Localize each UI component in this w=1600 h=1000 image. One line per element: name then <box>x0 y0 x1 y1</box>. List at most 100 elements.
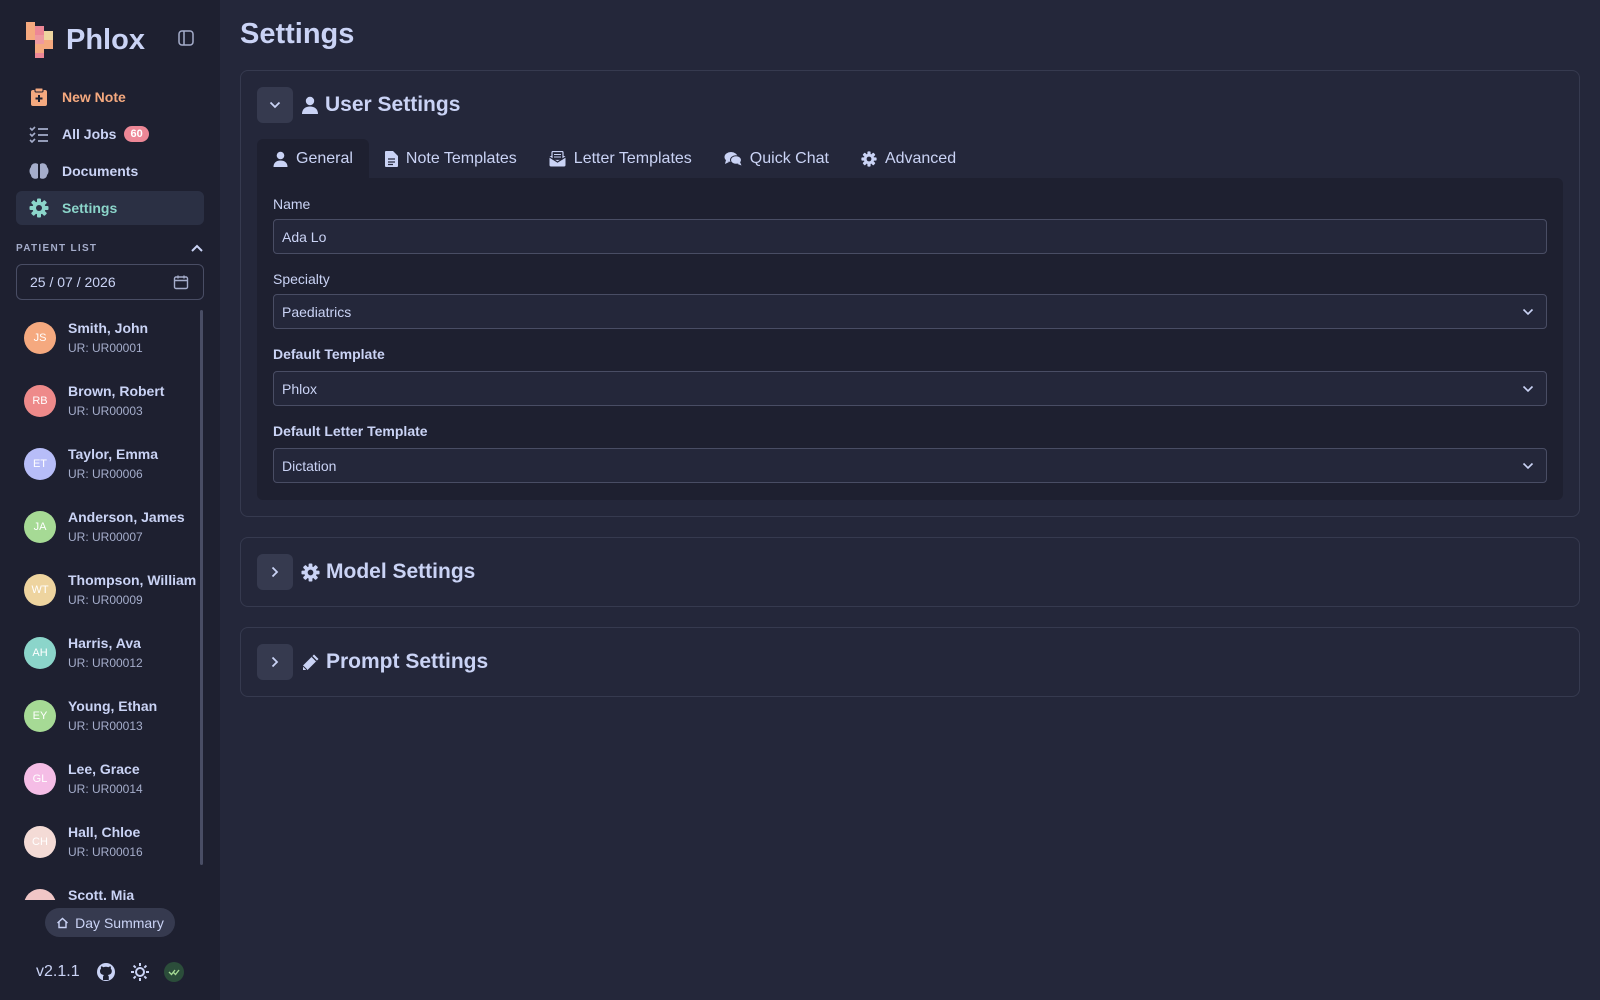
patient-list-scrollbar[interactable] <box>200 310 203 865</box>
nav-all-jobs[interactable]: All Jobs 60 <box>16 117 204 151</box>
nav-documents[interactable]: Documents <box>16 154 204 188</box>
nav-documents-label: Documents <box>62 163 139 179</box>
tab-general[interactable]: General <box>257 139 369 178</box>
brand[interactable]: Phlox <box>24 20 145 60</box>
user-settings-header: User Settings <box>257 87 460 123</box>
tab-quick-chat[interactable]: Quick Chat <box>708 139 845 178</box>
patient-info: Taylor, Emma UR: UR00006 <box>68 445 158 482</box>
patient-info: Thompson, William UR: UR00009 <box>68 571 196 608</box>
patient-ur: UR: UR00013 <box>68 719 143 733</box>
nav-all-jobs-label: All Jobs <box>62 126 117 142</box>
calendar-icon[interactable] <box>173 274 189 290</box>
default-letter-template-label: Default Letter Template <box>273 423 428 439</box>
patient-list-item[interactable]: SM Scott, MiaUR: UR00017 <box>16 873 204 900</box>
tab-letter-templates[interactable]: Letter Templates <box>533 139 708 178</box>
phlox-logo-icon <box>26 22 53 58</box>
gear-icon <box>28 197 50 219</box>
patient-date-input[interactable]: 25 / 07 / 2026 <box>16 264 204 300</box>
pencil-icon <box>302 654 319 670</box>
nav-new-note-label: New Note <box>62 89 126 105</box>
prompt-settings-expand-button[interactable] <box>257 644 293 680</box>
github-icon[interactable] <box>96 962 116 982</box>
gear-icon <box>861 150 877 167</box>
patient-avatar: AH <box>24 636 56 669</box>
default-letter-template-value: Dictation <box>282 457 337 474</box>
user-icon <box>302 96 318 114</box>
gear-icon <box>301 562 320 582</box>
patient-avatar: EY <box>24 699 56 732</box>
name-value: Ada Lo <box>282 228 327 245</box>
tab-note-templates[interactable]: Note Templates <box>369 139 533 178</box>
home-icon <box>57 917 69 928</box>
patient-name: Lee, Grace <box>68 761 140 777</box>
tab-letter-templates-label: Letter Templates <box>573 149 692 167</box>
sidebar: Phlox New Note All Jobs 60 Documents Set… <box>0 0 220 1000</box>
prompt-settings-title-text: Prompt Settings <box>326 650 489 673</box>
theme-sun-icon[interactable] <box>130 962 150 982</box>
envelope-open-text-icon <box>548 150 566 166</box>
tab-advanced[interactable]: Advanced <box>845 139 972 178</box>
patient-list-item[interactable]: JS Smith, John UR: UR00001 <box>16 306 204 369</box>
user-settings-collapse-button[interactable] <box>257 87 293 123</box>
patient-ur: UR: UR00006 <box>68 467 143 481</box>
page-title: Settings <box>240 18 355 50</box>
patient-list-item[interactable]: CH Hall, Chloe UR: UR00016 <box>16 810 204 873</box>
model-settings-title: Model Settings <box>301 560 475 584</box>
chevron-down-icon <box>1522 308 1534 315</box>
user-icon <box>273 151 288 167</box>
specialty-select[interactable]: Paediatrics <box>273 294 1547 329</box>
patient-info: Smith, John UR: UR00001 <box>68 319 148 356</box>
patient-info: Scott, MiaUR: UR00017 <box>68 886 143 900</box>
user-settings-panel: User Settings General Note Templates Let… <box>240 70 1580 517</box>
patient-list-item[interactable]: WT Thompson, William UR: UR00009 <box>16 558 204 621</box>
nav-new-note[interactable]: New Note <box>16 80 204 114</box>
user-settings-title: User Settings <box>301 93 460 117</box>
chevron-right-icon <box>271 656 279 668</box>
patient-avatar: JS <box>24 321 56 354</box>
patient-name: Thompson, William <box>68 572 197 588</box>
patient-list-item[interactable]: RB Brown, Robert UR: UR00003 <box>16 369 204 432</box>
chevron-down-icon <box>269 101 281 109</box>
sidebar-toggle-icon[interactable] <box>176 28 196 48</box>
default-letter-template-select[interactable]: Dictation <box>273 448 1547 483</box>
patient-list-item[interactable]: EY Young, Ethan UR: UR00013 <box>16 684 204 747</box>
version-label: v2.1.1 <box>36 963 80 980</box>
patient-ur: UR: UR00001 <box>68 341 143 355</box>
patient-list-item[interactable]: ET Taylor, Emma UR: UR00006 <box>16 432 204 495</box>
prompt-settings-header: Prompt Settings <box>257 644 488 680</box>
specialty-label: Specialty <box>273 271 330 287</box>
patient-info: Brown, Robert UR: UR00003 <box>68 382 164 419</box>
patient-list-item[interactable]: AH Harris, Ava UR: UR00012 <box>16 621 204 684</box>
model-settings-panel: Model Settings <box>240 537 1580 607</box>
patient-list-title: PATIENT LIST <box>16 242 98 254</box>
patient-ur: UR: UR00014 <box>68 782 143 796</box>
file-text-icon <box>384 150 398 167</box>
patient-list-item[interactable]: GL Lee, Grace UR: UR00014 <box>16 747 204 810</box>
chevron-down-icon <box>1522 385 1534 392</box>
model-settings-title-text: Model Settings <box>326 560 476 583</box>
patient-list-header: PATIENT LIST <box>16 240 204 256</box>
main-nav: New Note All Jobs 60 Documents Settings <box>16 80 204 228</box>
chevron-up-icon[interactable] <box>190 243 204 253</box>
day-summary-button[interactable]: Day Summary <box>45 908 175 937</box>
nav-settings[interactable]: Settings <box>16 191 204 225</box>
jobs-count-badge: 60 <box>124 126 149 142</box>
user-settings-title-text: User Settings <box>325 93 461 116</box>
tab-general-label: General <box>296 149 353 167</box>
brand-name: Phlox <box>66 23 145 56</box>
patient-name: Smith, John <box>68 320 149 336</box>
patient-list-item[interactable]: JA Anderson, James UR: UR00007 <box>16 495 204 558</box>
patient-name: Scott, Mia <box>68 887 135 900</box>
task-list-icon <box>28 123 50 145</box>
patient-name: Anderson, James <box>68 509 185 525</box>
patient-avatar: RB <box>24 384 56 417</box>
default-template-select[interactable]: Phlox <box>273 371 1547 406</box>
patient-avatar: SM <box>24 888 56 900</box>
patient-name: Young, Ethan <box>68 698 158 714</box>
name-label: Name <box>273 196 311 212</box>
name-input[interactable]: Ada Lo <box>273 219 1547 254</box>
user-settings-tabs: General Note Templates Letter Templates … <box>257 139 972 178</box>
day-summary-label: Day Summary <box>75 914 164 931</box>
model-settings-expand-button[interactable] <box>257 554 293 590</box>
default-template-value: Phlox <box>282 380 318 397</box>
